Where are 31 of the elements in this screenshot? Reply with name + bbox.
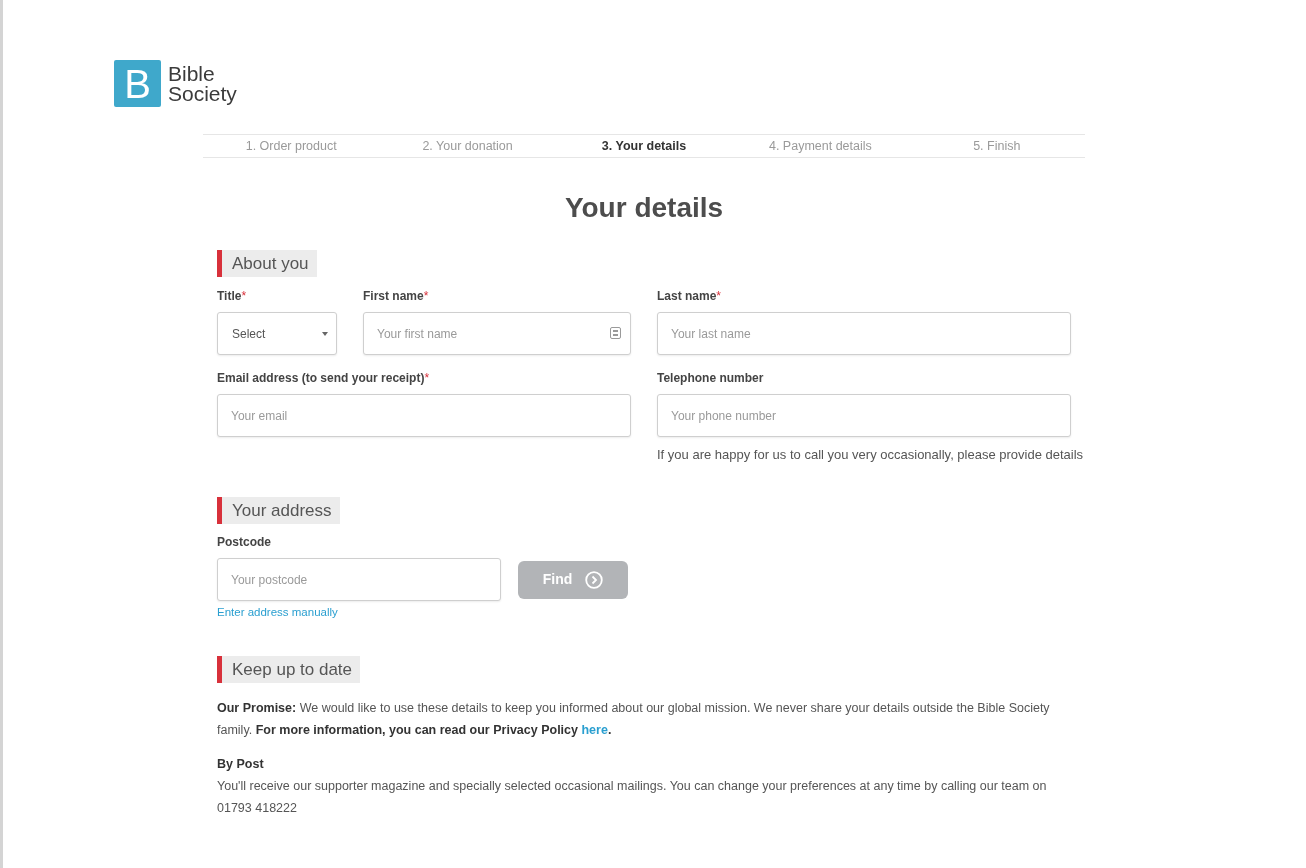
step-label: 2. Your donation [422, 137, 513, 155]
post-text: You'll receive our supporter magazine and specially selected occasional mailings. You can change your preferences at any time by calling our team on 01793 418222 [217, 778, 1048, 817]
step-label: 3. Your details [601, 137, 687, 155]
step-label: 4. Payment details [768, 137, 872, 155]
manual-address-link[interactable]: Enter address manually [217, 604, 338, 620]
input-field[interactable]: Your phone number [657, 394, 1071, 437]
field-label: Title* [217, 288, 247, 304]
input-field[interactable]: Your first name [363, 312, 631, 355]
logo-text: Bible Society [168, 63, 238, 104]
field-label: Telephone number [657, 370, 764, 386]
step-label: 5. Finish [973, 137, 1021, 155]
page-heading: Your details [564, 192, 724, 223]
privacy-link[interactable]: here [581, 723, 608, 737]
field-label: Email address (to send your receipt)* [217, 370, 430, 386]
promise-text: Our Promise: We would like to use these details to keep you informed about our global mission. We never share your details outside the Bible Society family. For more information, you can read our Privacy Policy here. [217, 700, 1051, 739]
section-heading: Keep up to date [217, 656, 361, 683]
field-label: Last name* [657, 288, 722, 304]
field-hint: If you are happy for us to call you very occasionally, please provide details [657, 447, 1084, 463]
caret-icon [322, 331, 328, 336]
input-field[interactable]: Your last name [657, 312, 1071, 355]
chevron-circle-icon [585, 570, 604, 589]
section-heading: Your address [217, 497, 340, 524]
section-heading: About you [217, 250, 317, 277]
step-label: 1. Order product [245, 137, 337, 155]
field-label: First name* [363, 288, 429, 304]
subheading: By Post [217, 756, 264, 773]
input-field[interactable]: Your email [217, 394, 631, 437]
logo-mark: B [114, 60, 161, 107]
title-dropdown[interactable]: Select [217, 312, 337, 355]
field-label: Postcode [217, 534, 271, 550]
input-field[interactable]: Your postcode [217, 558, 501, 601]
